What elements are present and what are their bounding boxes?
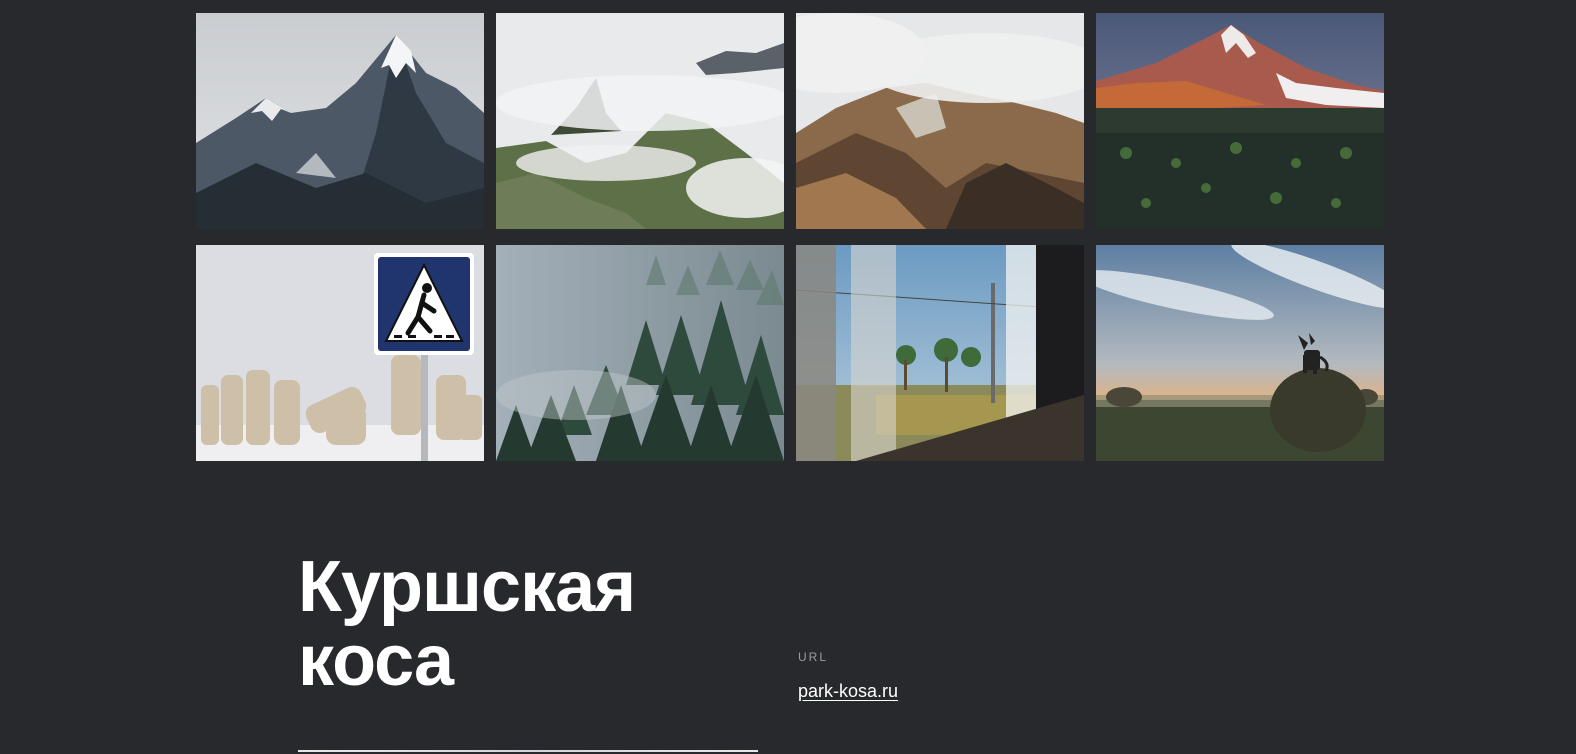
volcano-at-sunset-image — [1096, 13, 1384, 229]
foggy-mountain-peak-image — [496, 13, 784, 229]
url-info-block: URL park-kosa.ru — [798, 650, 898, 702]
place-title-line-2: коса — [298, 621, 454, 701]
dog-on-haystack-image — [1096, 245, 1384, 461]
place-title: Куршская коса — [298, 550, 768, 698]
volcano-at-sunset-photo[interactable] — [1096, 13, 1384, 229]
photo-gallery — [196, 13, 1384, 461]
place-title-block: Куршская коса — [298, 550, 768, 698]
url-label: URL — [798, 650, 829, 664]
volcanic-hills-clouds-image — [796, 13, 1084, 229]
foggy-pine-forest-image — [496, 245, 784, 461]
pedestrian-crossing-sign-image — [196, 245, 484, 461]
volcanic-hills-clouds-photo[interactable] — [796, 13, 1084, 229]
place-title-line-1: Куршская — [298, 547, 636, 627]
title-divider — [298, 750, 758, 752]
foggy-mountain-peak-photo[interactable] — [496, 13, 784, 229]
train-window-view-photo[interactable] — [796, 245, 1084, 461]
snowy-mountain-peaks-image — [196, 13, 484, 229]
train-window-view-image — [796, 245, 1084, 461]
snowy-mountain-peaks-photo[interactable] — [196, 13, 484, 229]
pedestrian-crossing-sign-photo[interactable] — [196, 245, 484, 461]
website-link[interactable]: park-kosa.ru — [798, 681, 898, 701]
foggy-pine-forest-photo[interactable] — [496, 245, 784, 461]
dog-on-haystack-photo[interactable] — [1096, 245, 1384, 461]
